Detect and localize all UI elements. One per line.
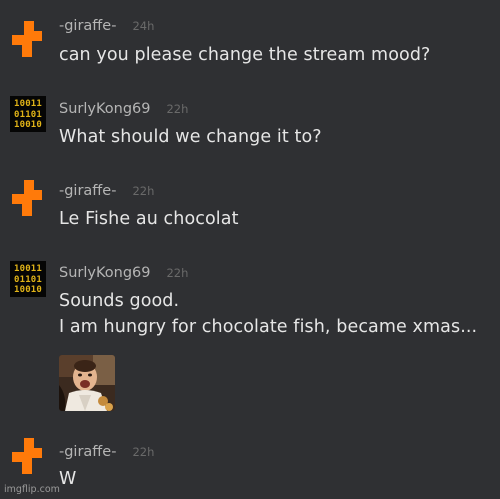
giraffe-avatar-icon[interactable] (10, 438, 46, 474)
giraffe-avatar-icon[interactable] (10, 21, 46, 57)
username[interactable]: -giraffe- (59, 183, 116, 199)
reaction-image-thumbnail[interactable] (59, 355, 115, 411)
username[interactable]: SurlyKong69 (59, 101, 150, 117)
message-header: -giraffe- 22h (59, 183, 154, 199)
avatar-text-line: 10011 (13, 264, 43, 274)
watermark: imgflip.com (4, 484, 60, 495)
message-text: Le Fishe au chocolat (59, 209, 239, 229)
timestamp: 22h (166, 102, 189, 116)
timestamp: 22h (166, 266, 189, 280)
binary-code-avatar[interactable]: 10011 01101 10010 (10, 261, 46, 297)
timestamp: 22h (132, 445, 155, 459)
avatar-text-line: 01101 (13, 109, 43, 120)
message-header: -giraffe- 22h (59, 444, 154, 460)
giraffe-avatar-icon[interactable] (10, 180, 46, 216)
binary-code-avatar[interactable]: 10011 01101 10010 (10, 96, 46, 132)
timestamp: 22h (132, 184, 155, 198)
message-header: -giraffe- 24h (59, 18, 154, 34)
username[interactable]: -giraffe- (59, 444, 116, 460)
message-text: W (59, 469, 77, 489)
avatar-text-line: 10010 (13, 120, 43, 130)
avatar-text-line: 01101 (13, 274, 43, 285)
message-text: What should we change it to? (59, 127, 322, 147)
message-text: I am hungry for chocolate fish, became x… (59, 317, 478, 337)
message-text: Sounds good. (59, 291, 180, 311)
message-text: can you please change the stream mood? (59, 45, 431, 65)
message-header: SurlyKong69 22h (59, 101, 188, 117)
username[interactable]: -giraffe- (59, 18, 116, 34)
timestamp: 24h (132, 19, 155, 33)
username[interactable]: SurlyKong69 (59, 265, 150, 281)
message-header: SurlyKong69 22h (59, 265, 188, 281)
avatar-text-line: 10010 (13, 285, 43, 295)
avatar-text-line: 10011 (13, 99, 43, 109)
